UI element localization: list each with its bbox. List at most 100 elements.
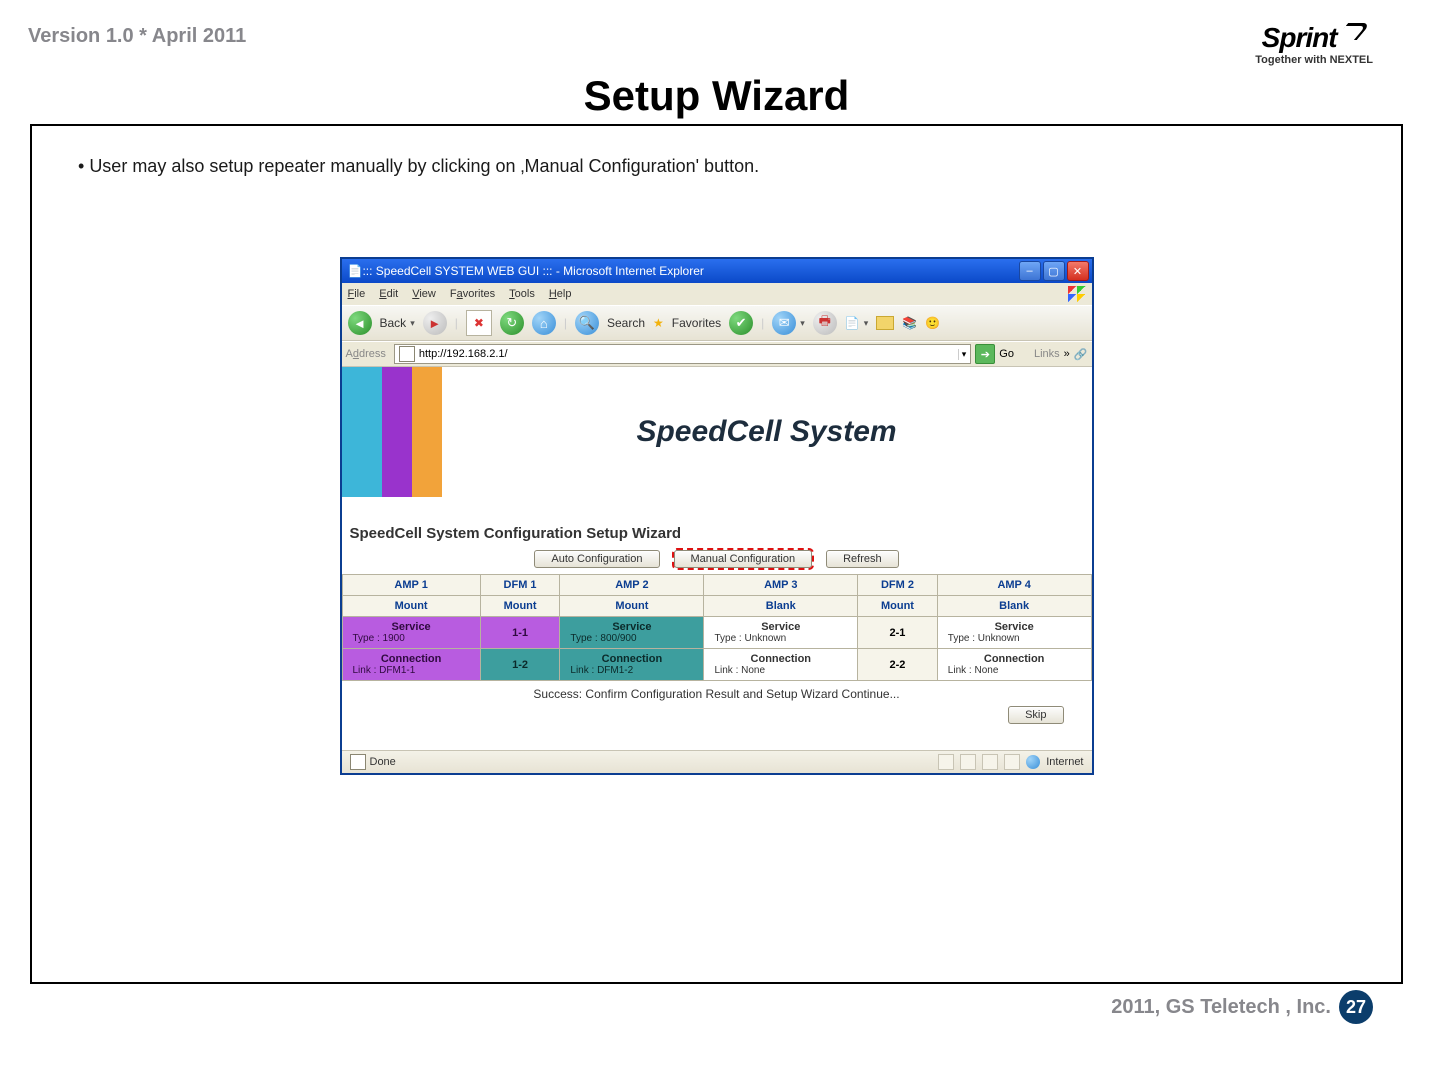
status-page-icon xyxy=(350,754,366,770)
close-button[interactable]: ✕ xyxy=(1067,261,1089,281)
favorites-label[interactable]: Favorites xyxy=(672,316,721,330)
links-label[interactable]: Links xyxy=(1034,348,1060,360)
back-caret-icon[interactable]: ▾ xyxy=(410,318,415,329)
col-amp3: AMP 3 xyxy=(704,575,858,596)
research-icon[interactable]: 📚 xyxy=(902,316,917,330)
menu-favorites[interactable]: Favorites xyxy=(450,288,495,300)
browser-window: 📄 ::: SpeedCell SYSTEM WEB GUI ::: - Mic… xyxy=(340,257,1094,775)
skip-button[interactable]: Skip xyxy=(1008,706,1063,724)
status-done: Done xyxy=(350,754,933,770)
banner-bars xyxy=(342,367,442,497)
col-amp2: AMP 2 xyxy=(560,575,704,596)
menu-file[interactable]: File xyxy=(348,288,366,300)
auto-config-button[interactable]: Auto Configuration xyxy=(534,550,659,568)
status-seg xyxy=(1004,754,1020,770)
page-number-badge: 27 xyxy=(1339,990,1373,1024)
maximize-button[interactable]: ▢ xyxy=(1043,261,1065,281)
window-title: ::: SpeedCell SYSTEM WEB GUI ::: - Micro… xyxy=(362,264,1016,278)
messenger-icon[interactable]: 🙂 xyxy=(925,316,940,330)
menu-view[interactable]: View xyxy=(412,288,436,300)
col-dfm1: DFM 1 xyxy=(480,575,560,596)
status-seg xyxy=(938,754,954,770)
status-seg xyxy=(960,754,976,770)
refresh-wizard-button[interactable]: Refresh xyxy=(826,550,899,568)
menu-help[interactable]: Help xyxy=(549,288,572,300)
url-text: http://192.168.2.1/ xyxy=(419,348,508,360)
amp3-service: Service Type : Unknown xyxy=(704,617,858,649)
status-seg xyxy=(982,754,998,770)
dfm1-2: 1-2 xyxy=(480,649,560,681)
dfm2-mount: Mount xyxy=(858,596,938,617)
windows-flag-icon xyxy=(1068,286,1086,302)
wizard-button-row: Auto Configuration Manual Configuration … xyxy=(342,548,1092,574)
mail-button[interactable]: ✉ xyxy=(772,311,796,335)
amp4-connection: Connection Link : None xyxy=(937,649,1091,681)
amp2-service: Service Type : 800/900 xyxy=(560,617,704,649)
internet-zone-icon xyxy=(1026,755,1040,769)
status-bar: Done Internet xyxy=(342,750,1092,773)
refresh-button[interactable]: ↻ xyxy=(500,311,524,335)
folder-icon[interactable] xyxy=(876,316,894,330)
media-button[interactable]: ✔ xyxy=(729,311,753,335)
amp2-mount: Mount xyxy=(560,596,704,617)
search-icon[interactable]: 🔍 xyxy=(575,311,599,335)
page-icon xyxy=(399,346,415,362)
table-row: Service Type : 1900 1-1 Service Type : 8… xyxy=(342,617,1091,649)
amp1-mount: Mount xyxy=(342,596,480,617)
table-row: Mount Mount Mount Blank Mount Blank xyxy=(342,596,1091,617)
brand-name: Sprint xyxy=(1262,22,1337,53)
bullet-text: User may also setup repeater manually by… xyxy=(78,156,1361,177)
status-zone-label: Internet xyxy=(1046,756,1083,768)
back-button[interactable]: ◄ xyxy=(348,311,372,335)
dfm1-1: 1-1 xyxy=(480,617,560,649)
menu-tools[interactable]: Tools xyxy=(509,288,535,300)
amp3-connection: Connection Link : None xyxy=(704,649,858,681)
page-title: Setup Wizard xyxy=(0,72,1433,120)
banner-bar-orange xyxy=(412,367,442,497)
brand-logo: Sprint Together with NEXTEL xyxy=(1255,25,1373,66)
links-extra-icon[interactable]: 🔗 xyxy=(1074,348,1088,361)
menu-edit[interactable]: Edit xyxy=(379,288,398,300)
address-label: Address xyxy=(346,348,386,360)
brand-swoosh-icon xyxy=(1337,21,1367,41)
amp4-service: Service Type : Unknown xyxy=(937,617,1091,649)
url-dropdown-icon[interactable]: ▾ xyxy=(958,349,967,360)
browser-toolbar: ◄ Back ▾ ► | ✖ ↻ ⌂ | 🔍 Search ★ Favorite… xyxy=(342,305,1092,341)
url-field[interactable]: http://192.168.2.1/ ▾ xyxy=(394,344,971,364)
amp3-blank: Blank xyxy=(704,596,858,617)
slide-frame: User may also setup repeater manually by… xyxy=(30,124,1403,984)
status-done-label: Done xyxy=(370,756,396,768)
stop-button[interactable]: ✖ xyxy=(466,310,492,336)
menu-bar: File Edit View Favorites Tools Help xyxy=(342,283,1092,305)
print-button[interactable]: 🖶 xyxy=(813,311,837,335)
page-footer: 2011, GS Teletech , Inc. 27 xyxy=(0,984,1433,1024)
manual-config-button[interactable]: Manual Configuration xyxy=(674,550,813,568)
dfm2-1: 2-1 xyxy=(858,617,938,649)
wizard-title: SpeedCell System Configuration Setup Wiz… xyxy=(342,521,1092,548)
amp1-service: Service Type : 1900 xyxy=(342,617,480,649)
banner-title: SpeedCell System xyxy=(442,415,1092,449)
banner-bar-purple xyxy=(382,367,412,497)
minimize-button[interactable]: – xyxy=(1019,261,1041,281)
wizard-table: AMP 1 DFM 1 AMP 2 AMP 3 DFM 2 AMP 4 Moun… xyxy=(342,574,1092,681)
success-message: Success: Confirm Configuration Result an… xyxy=(342,681,1092,703)
col-amp1: AMP 1 xyxy=(342,575,480,596)
amp1-connection: Connection Link : DFM1-1 xyxy=(342,649,480,681)
forward-button[interactable]: ► xyxy=(423,311,447,335)
col-dfm2: DFM 2 xyxy=(858,575,938,596)
search-label[interactable]: Search xyxy=(607,316,645,330)
links-chevron-icon[interactable]: » xyxy=(1064,348,1070,360)
ie-page-icon: 📄 xyxy=(348,264,363,278)
window-titlebar: 📄 ::: SpeedCell SYSTEM WEB GUI ::: - Mic… xyxy=(342,259,1092,283)
go-button[interactable]: ➔ xyxy=(975,344,995,364)
dfm2-2: 2-2 xyxy=(858,649,938,681)
go-label: Go xyxy=(999,348,1014,360)
edit-button[interactable]: 📄 xyxy=(845,316,860,330)
home-button[interactable]: ⌂ xyxy=(532,311,556,335)
amp4-blank: Blank xyxy=(937,596,1091,617)
banner: SpeedCell System xyxy=(342,367,1092,497)
favorites-icon[interactable]: ★ xyxy=(653,316,664,330)
banner-bar-teal xyxy=(342,367,382,497)
back-label: Back xyxy=(380,316,407,330)
col-amp4: AMP 4 xyxy=(937,575,1091,596)
